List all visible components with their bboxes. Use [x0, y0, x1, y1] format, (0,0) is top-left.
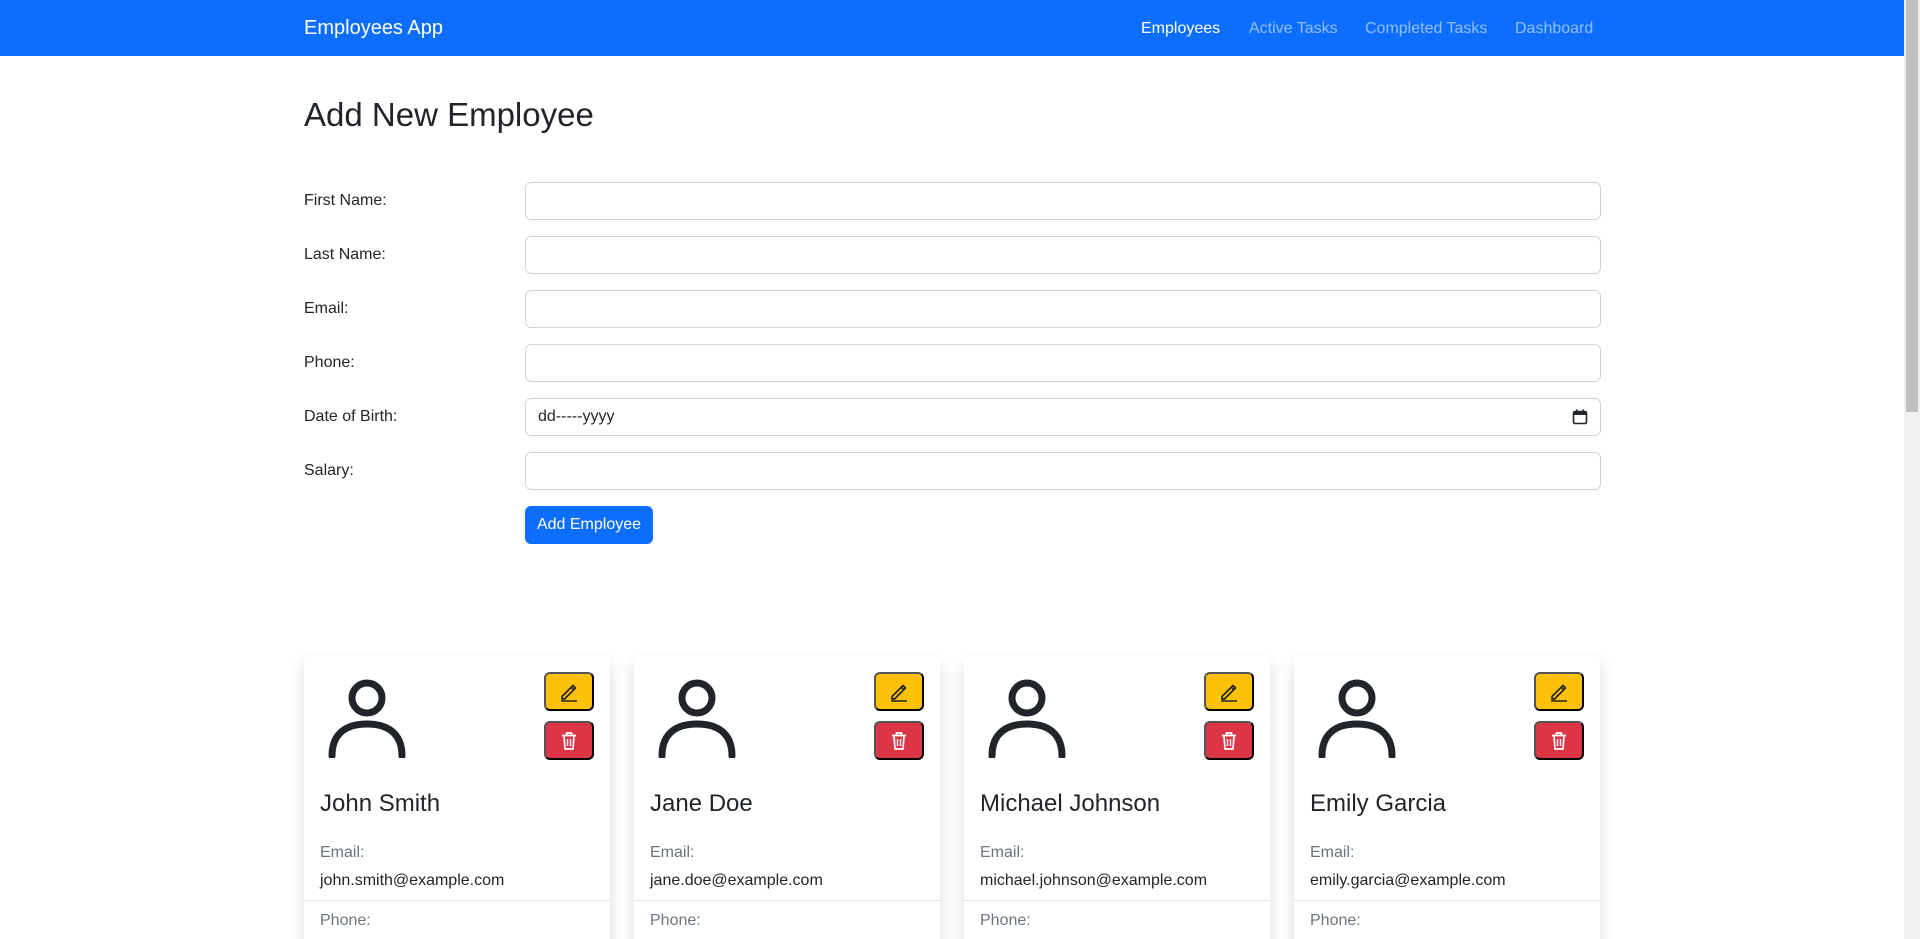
phone-label: Phone: [320, 912, 371, 929]
person-icon [988, 679, 1066, 758]
email-input[interactable] [525, 290, 1601, 328]
employee-name: John Smith [320, 790, 441, 817]
salary-label: Salary: [304, 462, 354, 479]
date-of-birth-input[interactable]: dd-----yyyy [525, 398, 1601, 436]
delete-button[interactable] [1534, 721, 1584, 760]
employee-card: John Smith Email: john.smith@example.com… [304, 656, 610, 939]
employee-name: Michael Johnson [980, 790, 1161, 817]
email-label: Email: [980, 844, 1025, 861]
person-icon [1318, 679, 1396, 758]
person-icon [328, 679, 406, 758]
employee-name: Emily Garcia [1310, 790, 1447, 817]
phone-label: Phone: [1310, 912, 1361, 929]
nav-link-completed-tasks[interactable]: Completed Tasks [1365, 20, 1487, 38]
trash-icon [892, 731, 906, 750]
employee-card: Emily Garcia Email: emily.garcia@example… [1294, 656, 1600, 939]
email-label: Email: [304, 300, 349, 317]
delete-button[interactable] [874, 721, 924, 760]
date-of-birth-label: Date of Birth: [304, 408, 398, 425]
navbar: Employees App Employees Active Tasks Com… [0, 0, 1904, 56]
nav-link-active-tasks[interactable]: Active Tasks [1249, 20, 1338, 38]
last-name-input[interactable] [525, 236, 1601, 274]
first-name-label: First Name: [304, 192, 387, 209]
nav-link-employees[interactable]: Employees [1141, 20, 1220, 38]
trash-icon [1222, 731, 1236, 750]
calendar-icon[interactable] [1572, 409, 1588, 425]
employee-card: Jane Doe Email: jane.doe@example.com Pho… [634, 656, 940, 939]
email-value: john.smith@example.com [320, 872, 505, 889]
email-value: jane.doe@example.com [650, 872, 823, 889]
first-name-input[interactable] [525, 182, 1601, 220]
employee-name: Jane Doe [650, 790, 753, 817]
last-name-label: Last Name: [304, 246, 386, 263]
divider [964, 900, 1270, 901]
nav-link-dashboard[interactable]: Dashboard [1515, 20, 1593, 38]
trash-icon [1552, 731, 1566, 750]
edit-button[interactable] [1534, 672, 1584, 711]
edit-button[interactable] [544, 672, 594, 711]
edit-button[interactable] [1204, 672, 1254, 711]
divider [634, 900, 940, 901]
divider [1294, 900, 1600, 901]
person-icon [658, 679, 736, 758]
phone-input[interactable] [525, 344, 1601, 382]
phone-label: Phone: [980, 912, 1031, 929]
email-label: Email: [1310, 844, 1355, 861]
delete-button[interactable] [544, 721, 594, 760]
delete-button[interactable] [1204, 721, 1254, 760]
pencil-icon [1551, 684, 1567, 702]
date-of-birth-value: dd-----yyyy [538, 408, 615, 425]
navbar-brand[interactable]: Employees App [304, 17, 443, 40]
trash-icon [562, 731, 576, 750]
email-value: michael.johnson@example.com [980, 872, 1208, 889]
pencil-icon [561, 684, 577, 702]
pencil-icon [891, 684, 907, 702]
divider [304, 900, 610, 901]
page-title: Add New Employee [304, 96, 594, 133]
employee-card: Michael Johnson Email: michael.johnson@e… [964, 656, 1270, 939]
email-label: Email: [650, 844, 695, 861]
email-value: emily.garcia@example.com [1310, 872, 1506, 889]
phone-label: Phone: [304, 354, 355, 371]
edit-button[interactable] [874, 672, 924, 711]
add-employee-button[interactable]: Add Employee [525, 506, 653, 544]
pencil-icon [1221, 684, 1237, 702]
phone-label: Phone: [650, 912, 701, 929]
email-label: Email: [320, 844, 365, 861]
salary-input[interactable] [525, 452, 1601, 490]
scrollbar-thumb[interactable] [1906, 0, 1918, 412]
